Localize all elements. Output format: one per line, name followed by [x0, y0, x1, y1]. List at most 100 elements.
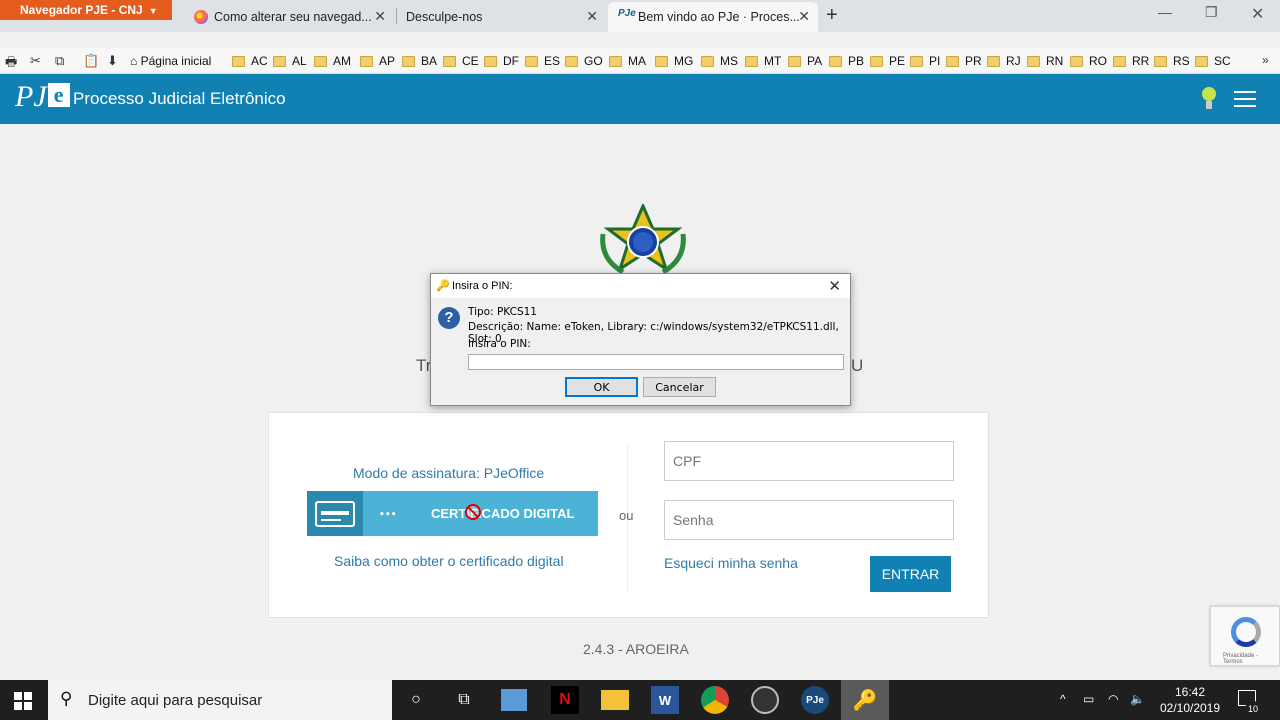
signature-mode-link[interactable]: Modo de assinatura: PJeOffice [353, 465, 544, 481]
more-bookmarks-icon[interactable]: » [1262, 53, 1269, 67]
cut-icon[interactable]: ✂ [30, 53, 41, 69]
bookmark-label: PR [965, 54, 982, 68]
bookmark-pb[interactable]: PB [829, 54, 864, 68]
file-explorer-icon[interactable] [601, 690, 629, 710]
taskbar-search[interactable]: ⚲ Digite aqui para pesquisar [48, 680, 392, 720]
paste-icon[interactable]: 📋 [83, 53, 99, 69]
bookmark-sc[interactable]: SC [1195, 54, 1231, 68]
digital-certificate-button[interactable]: ▪▪▪ CERTIFICADO DIGITAL [307, 491, 598, 536]
bookmark-pr[interactable]: PR [946, 54, 982, 68]
version-label: 2.4.3 - AROEIRA [583, 641, 689, 657]
bookmark-mt[interactable]: MT [745, 54, 781, 68]
copy-icon[interactable]: ⧉ [55, 53, 64, 69]
app-menu-button[interactable]: Navegador PJE - CNJ ▼ [0, 0, 172, 20]
system-clock[interactable]: 16:42 02/10/2019 [1148, 684, 1232, 716]
forgot-password-link[interactable]: Esqueci minha senha [664, 555, 798, 571]
bookmark-mg[interactable]: MG [655, 54, 693, 68]
restore-icon[interactable]: ❐ [1205, 4, 1218, 21]
task-view-icon[interactable]: ⧉ [450, 686, 478, 714]
bookmark-ms[interactable]: MS [701, 54, 738, 68]
close-icon[interactable]: ✕ [374, 8, 386, 25]
key-app-icon[interactable]: 🔑 [841, 680, 889, 720]
bookmark-ba[interactable]: BA [402, 54, 437, 68]
minimize-icon[interactable]: — [1158, 4, 1172, 20]
cortana-icon[interactable]: ○ [402, 686, 430, 714]
folder-icon [701, 55, 714, 67]
cancel-button[interactable]: Cancelar [643, 377, 716, 397]
folder-icon [1113, 55, 1126, 67]
recaptcha-icon [1231, 617, 1261, 647]
bookmark-ac[interactable]: AC [232, 54, 268, 68]
bookmark-label: PE [889, 54, 906, 68]
control-panel-icon[interactable] [501, 689, 527, 711]
bookmark-label: GO [584, 54, 603, 68]
recaptcha-badge[interactable]: Privacidade - Termos [1210, 606, 1280, 666]
question-icon: ? [438, 307, 460, 329]
new-tab-plus-icon[interactable]: + [826, 4, 838, 27]
windows-taskbar: ⚲ Digite aqui para pesquisar ○ ⧉ N W PJe… [0, 680, 1280, 720]
login-card: Modo de assinatura: PJeOffice ▪▪▪ CERTIF… [268, 412, 989, 618]
hamburger-menu-icon[interactable] [1234, 91, 1256, 112]
ok-button[interactable]: OK [565, 377, 638, 397]
dialog-titlebar: 🔑 Insira o PIN: ✕ [431, 274, 850, 298]
bookmark-ap[interactable]: AP [360, 54, 395, 68]
close-icon[interactable]: ✕ [586, 8, 598, 25]
bookmark-rr[interactable]: RR [1113, 54, 1149, 68]
battery-icon[interactable]: ▭ [1083, 692, 1094, 706]
password-field[interactable] [664, 500, 954, 540]
enter-button[interactable]: ENTRAR [870, 556, 951, 592]
bookmark-ro[interactable]: RO [1070, 54, 1107, 68]
bookmark-label: RO [1089, 54, 1107, 68]
browser-tab-bar: Navegador PJE - CNJ ▼ Como alterar seu na… [0, 0, 1280, 32]
chrome-icon[interactable] [701, 686, 729, 714]
bookmark-label: SC [1214, 54, 1231, 68]
tab-sorry[interactable]: Desculpe-nos ✕ [398, 2, 606, 32]
bookmark-pa[interactable]: PA [788, 54, 822, 68]
tab-how-to-change-browser[interactable]: Como alterar seu navegad... ✕ [190, 2, 394, 32]
cpf-field[interactable] [664, 441, 954, 481]
bookmark-df[interactable]: DF [484, 54, 519, 68]
bookmark-ce[interactable]: CE [443, 54, 479, 68]
bookmark-go[interactable]: GO [565, 54, 603, 68]
folder-icon [525, 55, 538, 67]
folder-icon [870, 55, 883, 67]
bookmark-al[interactable]: AL [273, 54, 307, 68]
bookmark-rj[interactable]: RJ [987, 54, 1021, 68]
bookmark-am[interactable]: AM [314, 54, 351, 68]
pin-dialog: 🔑 Insira o PIN: ✕ ? Tipo: PKCS11 Descriç… [430, 273, 851, 406]
bookmark-ma[interactable]: MA [609, 54, 646, 68]
pje-logo[interactable]: PJ e [15, 80, 70, 114]
bookmark-pi[interactable]: PI [910, 54, 940, 68]
netflix-icon[interactable]: N [551, 686, 579, 714]
bookmark-es[interactable]: ES [525, 54, 560, 68]
bookmark-rn[interactable]: RN [1027, 54, 1063, 68]
volume-icon[interactable]: 🔈 [1130, 692, 1145, 706]
windows-start-icon[interactable] [14, 692, 32, 710]
tab-title: Desculpe-nos [406, 10, 483, 24]
token-type: Tipo: PKCS11 [468, 306, 537, 318]
close-icon[interactable]: ✕ [798, 8, 810, 25]
bookmark-rs[interactable]: RS [1154, 54, 1190, 68]
tab-pje-welcome[interactable]: PJe Bem vindo ao PJe · Proces... ✕ [608, 2, 818, 32]
recaptcha-terms: Privacidade - Termos [1223, 653, 1259, 665]
cert-help-link[interactable]: Saiba como obter o certificado digital [334, 553, 564, 569]
window-close-icon[interactable]: ✕ [1251, 4, 1264, 24]
download-icon[interactable]: ⬇ [107, 53, 118, 69]
home-button[interactable]: ⌂ Página inicial [130, 54, 211, 68]
obs-icon[interactable] [751, 686, 779, 714]
show-hidden-icons-icon[interactable]: ^ [1060, 692, 1066, 706]
bookmark-pe[interactable]: PE [870, 54, 905, 68]
dialog-close-icon[interactable]: ✕ [828, 277, 841, 295]
folder-icon [946, 55, 959, 67]
folder-icon [402, 55, 415, 67]
wifi-icon[interactable]: ◠ [1108, 692, 1118, 706]
print-icon[interactable]: 🖶 [5, 53, 17, 75]
chevron-down-icon: ▼ [148, 6, 158, 16]
tab-title: Como alterar seu navegad... [214, 10, 372, 24]
word-icon[interactable]: W [651, 686, 679, 714]
clock-time: 16:42 [1174, 685, 1206, 699]
pje-office-icon[interactable]: PJe [801, 686, 829, 714]
lightbulb-icon[interactable] [1201, 87, 1217, 111]
bookmark-label: MG [674, 54, 694, 68]
pin-input[interactable] [468, 354, 844, 370]
